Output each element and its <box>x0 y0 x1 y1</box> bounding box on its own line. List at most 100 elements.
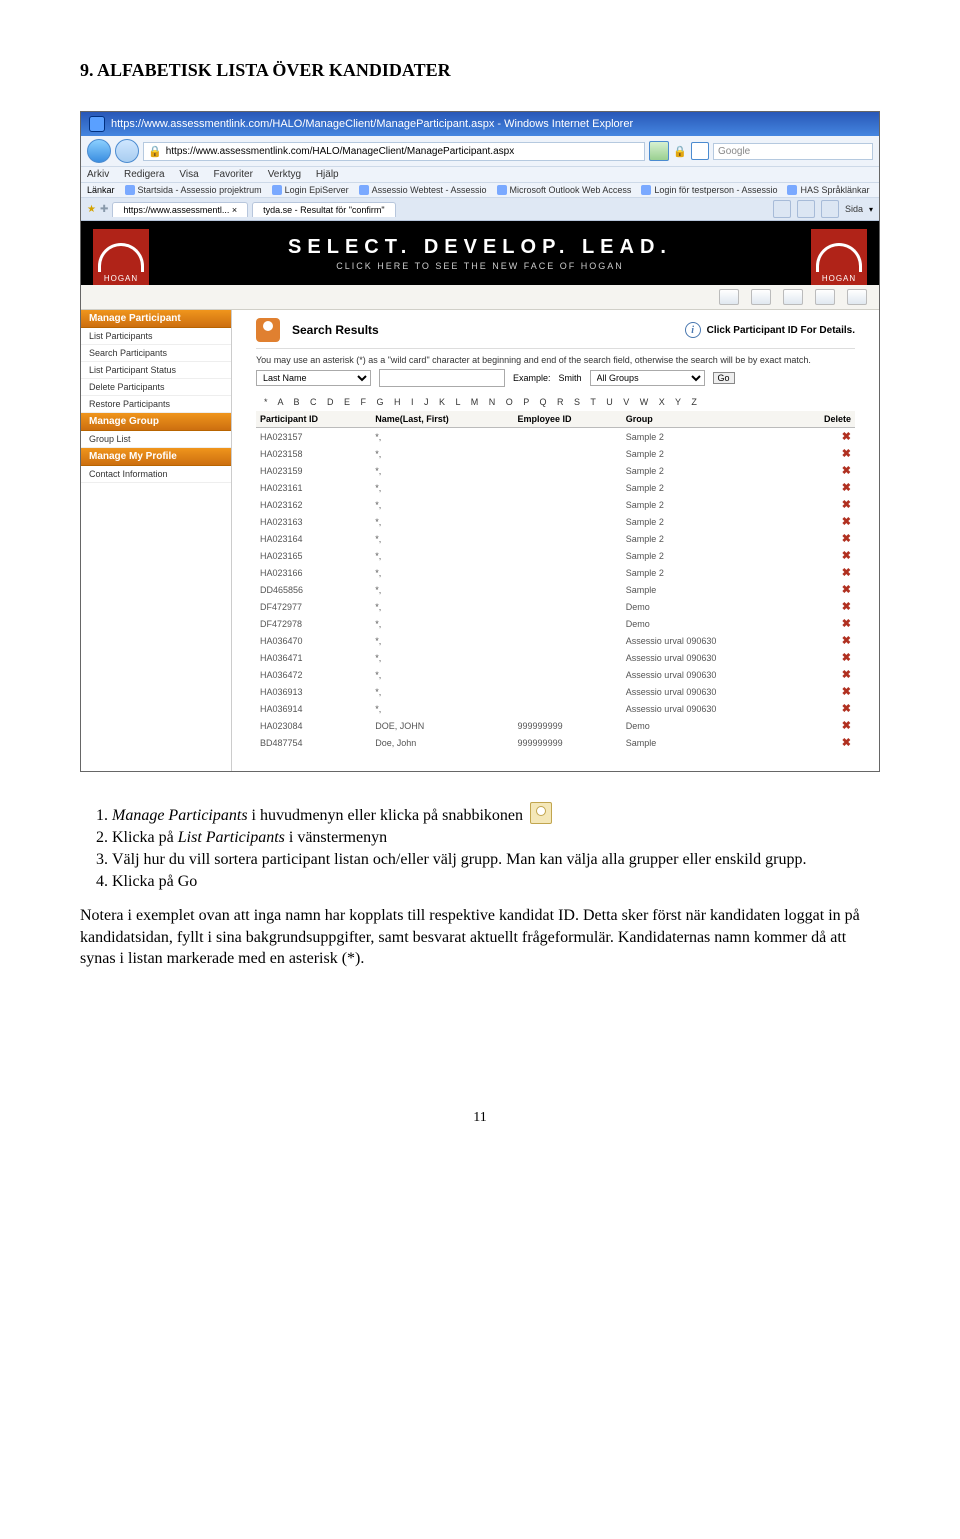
group-select[interactable]: All Groups <box>590 370 705 386</box>
shortcut-icon-5[interactable] <box>847 289 867 305</box>
sidebar-item[interactable]: Restore Participants <box>81 396 231 413</box>
cell-pid[interactable]: HA036913 <box>256 683 371 700</box>
address-bar[interactable]: 🔒 https://www.assessmentlink.com/HALO/Ma… <box>143 142 645 161</box>
delete-icon[interactable]: ✖ <box>842 652 851 664</box>
shortcut-icon-4[interactable] <box>815 289 835 305</box>
stop-button[interactable] <box>691 142 709 160</box>
go-button[interactable]: Go <box>713 372 735 384</box>
favlink-5[interactable]: HAS Språklänkar <box>787 185 869 195</box>
cell-pid[interactable]: HA036914 <box>256 700 371 717</box>
field-select[interactable]: Last Name <box>256 370 371 386</box>
cell-pid[interactable]: HA023157 <box>256 428 371 446</box>
cell-pid[interactable]: DD465856 <box>256 581 371 598</box>
delete-icon[interactable]: ✖ <box>842 499 851 511</box>
search-input[interactable] <box>379 369 505 387</box>
sidebar-head-0[interactable]: Manage Participant <box>81 310 231 328</box>
col-pid[interactable]: Participant ID <box>256 411 371 428</box>
embedded-screenshot: https://www.assessmentlink.com/HALO/Mana… <box>80 111 880 772</box>
cell-pid[interactable]: DF472977 <box>256 598 371 615</box>
cell-pid[interactable]: DF472978 <box>256 615 371 632</box>
tab-1[interactable]: tyda.se - Resultat för "confirm" <box>252 202 395 217</box>
delete-icon[interactable]: ✖ <box>842 567 851 579</box>
sidebar-item[interactable]: Group List <box>81 431 231 448</box>
table-row: HA023159*,Sample 2✖ <box>256 462 855 479</box>
feeds-icon[interactable] <box>797 200 815 218</box>
favorites-star-icon[interactable]: ★ <box>87 204 96 215</box>
tab-0[interactable]: https://www.assessmentl... × <box>112 202 248 217</box>
favlink-1[interactable]: Login EpiServer <box>272 185 349 195</box>
print-icon[interactable] <box>821 200 839 218</box>
shortcut-icon-1[interactable] <box>719 289 739 305</box>
hogan-banner[interactable]: HOGAN SELECT. DEVELOP. LEAD. CLICK HERE … <box>81 221 879 285</box>
ie-logo-icon <box>89 116 105 132</box>
back-button[interactable] <box>87 139 111 163</box>
shortcut-icon-3[interactable] <box>783 289 803 305</box>
cell-pid[interactable]: HA023163 <box>256 513 371 530</box>
example-label: Example: <box>513 373 551 383</box>
search-controls: Last Name Example: Smith All Groups Go <box>256 369 855 387</box>
delete-icon[interactable]: ✖ <box>842 635 851 647</box>
favlink-2[interactable]: Assessio Webtest - Assessio <box>359 185 487 195</box>
menu-arkiv[interactable]: Arkiv <box>87 169 109 180</box>
col-name[interactable]: Name(Last, First) <box>371 411 513 428</box>
table-row: HA023161*,Sample 2✖ <box>256 479 855 496</box>
delete-icon[interactable]: ✖ <box>842 669 851 681</box>
delete-icon[interactable]: ✖ <box>842 686 851 698</box>
favlink-0[interactable]: Startsida - Assessio projektrum <box>125 185 262 195</box>
refresh-button[interactable] <box>649 141 669 161</box>
cell-group: Demo <box>622 717 794 734</box>
menu-verktyg[interactable]: Verktyg <box>268 169 301 180</box>
cell-pid[interactable]: HA036470 <box>256 632 371 649</box>
menu-redigera[interactable]: Redigera <box>124 169 165 180</box>
cell-pid[interactable]: HA023162 <box>256 496 371 513</box>
cell-group: Sample 2 <box>622 496 794 513</box>
menu-favoriter[interactable]: Favoriter <box>213 169 252 180</box>
cell-pid[interactable]: HA023159 <box>256 462 371 479</box>
delete-icon[interactable]: ✖ <box>842 618 851 630</box>
cell-pid[interactable]: BD487754 <box>256 734 371 751</box>
sidebar-item[interactable]: Contact Information <box>81 466 231 483</box>
cell-pid[interactable]: HA036471 <box>256 649 371 666</box>
alphabet-filter[interactable]: * A B C D E F G H I J K L M N O P Q R S … <box>264 397 855 407</box>
app-main: Manage Participant List Participants Sea… <box>81 310 879 771</box>
cell-pid[interactable]: HA023158 <box>256 445 371 462</box>
forward-button[interactable] <box>115 139 139 163</box>
menu-visa[interactable]: Visa <box>179 169 198 180</box>
delete-icon[interactable]: ✖ <box>842 601 851 613</box>
sidebar-item[interactable]: Search Participants <box>81 345 231 362</box>
sidebar-item[interactable]: List Participants <box>81 328 231 345</box>
delete-icon[interactable]: ✖ <box>842 584 851 596</box>
cell-pid[interactable]: HA023161 <box>256 479 371 496</box>
sidebar-item[interactable]: List Participant Status <box>81 362 231 379</box>
sidebar-head-1[interactable]: Manage Group <box>81 413 231 431</box>
delete-icon[interactable]: ✖ <box>842 465 851 477</box>
table-row: HA023158*,Sample 2✖ <box>256 445 855 462</box>
search-box[interactable]: Google <box>713 143 873 160</box>
delete-icon[interactable]: ✖ <box>842 448 851 460</box>
delete-icon[interactable]: ✖ <box>842 550 851 562</box>
ie-address-row: 🔒 https://www.assessmentlink.com/HALO/Ma… <box>81 136 879 167</box>
delete-icon[interactable]: ✖ <box>842 703 851 715</box>
cell-pid[interactable]: HA023084 <box>256 717 371 734</box>
home-icon[interactable] <box>773 200 791 218</box>
cell-pid[interactable]: HA036472 <box>256 666 371 683</box>
delete-icon[interactable]: ✖ <box>842 482 851 494</box>
cell-pid[interactable]: HA023165 <box>256 547 371 564</box>
delete-icon[interactable]: ✖ <box>842 516 851 528</box>
col-emp[interactable]: Employee ID <box>514 411 622 428</box>
delete-icon[interactable]: ✖ <box>842 533 851 545</box>
shortcut-icon-2[interactable] <box>751 289 771 305</box>
cell-pid[interactable]: HA023164 <box>256 530 371 547</box>
delete-icon[interactable]: ✖ <box>842 737 851 749</box>
favlink-3[interactable]: Microsoft Outlook Web Access <box>497 185 632 195</box>
sidebar-item[interactable]: Delete Participants <box>81 379 231 396</box>
menu-hjalp[interactable]: Hjälp <box>316 169 339 180</box>
page-menu[interactable]: Sida <box>845 204 863 214</box>
col-group[interactable]: Group <box>622 411 794 428</box>
delete-icon[interactable]: ✖ <box>842 720 851 732</box>
sidebar-head-2[interactable]: Manage My Profile <box>81 448 231 466</box>
delete-icon[interactable]: ✖ <box>842 431 851 443</box>
favlink-4[interactable]: Login för testperson - Assessio <box>641 185 777 195</box>
cell-pid[interactable]: HA023166 <box>256 564 371 581</box>
add-favorite-icon[interactable]: ✚ <box>100 204 108 215</box>
